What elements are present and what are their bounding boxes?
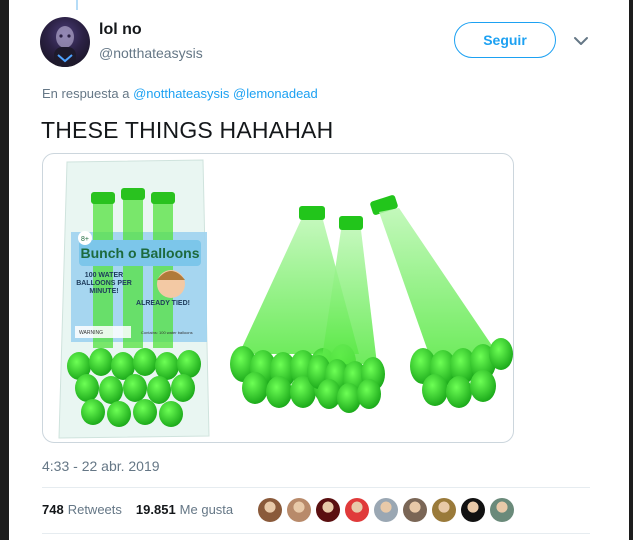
- package-left-text: 100 WATER BALLOONS PER MINUTE!: [76, 272, 132, 295]
- liker-avatars: [258, 498, 519, 522]
- retweets-label[interactable]: Retweets: [68, 502, 122, 517]
- reply-prefix: En respuesta a: [42, 86, 130, 101]
- follow-button[interactable]: Seguir: [454, 22, 556, 58]
- package-warning-text: WARNING: [79, 330, 103, 336]
- liker-avatar[interactable]: [345, 498, 369, 522]
- user-display-name[interactable]: lol no: [99, 21, 142, 39]
- package-right-text: ALREADY TIED!: [136, 300, 190, 307]
- balloon-package: Bunch o Balloons 8+ 100 WATER BALLOONS P…: [58, 159, 210, 439]
- divider-bottom: [42, 533, 590, 534]
- chevron-down-icon[interactable]: [572, 34, 590, 48]
- likes-label[interactable]: Me gusta: [180, 502, 233, 517]
- tweet-timestamp[interactable]: 4:33 - 22 abr. 2019: [42, 458, 160, 474]
- package-fine-print: Contains: 100 water balloons: [141, 330, 193, 335]
- tweet-stats: 748 Retweets 19.851 Me gusta: [42, 502, 233, 517]
- liker-avatar[interactable]: [461, 498, 485, 522]
- window-frame-left: [0, 0, 9, 540]
- retweets-count[interactable]: 748: [42, 502, 64, 517]
- liker-avatar[interactable]: [490, 498, 514, 522]
- reply-context: En respuesta a @notthateasysis @lemonade…: [42, 86, 318, 101]
- thread-connector-line: [76, 0, 78, 10]
- package-brand-text: Bunch o Balloons: [81, 245, 200, 261]
- liker-avatar[interactable]: [316, 498, 340, 522]
- liker-avatar[interactable]: [432, 498, 456, 522]
- tweet-text: THESE THINGS HAHAHAH: [41, 117, 334, 143]
- reply-mention-link[interactable]: @lemonadead: [233, 86, 318, 101]
- avatar[interactable]: [40, 17, 90, 67]
- divider-top: [42, 487, 590, 488]
- avatar-image: [54, 26, 76, 67]
- balloon-bunch-right: [370, 195, 513, 408]
- liker-avatar[interactable]: [258, 498, 282, 522]
- likes-count[interactable]: 19.851: [136, 502, 176, 517]
- window-frame-right: [629, 0, 633, 540]
- tweet-media-image[interactable]: Bunch o Balloons 8+ 100 WATER BALLOONS P…: [42, 153, 514, 443]
- liker-avatar[interactable]: [374, 498, 398, 522]
- reply-mention-link[interactable]: @notthateasysis: [133, 86, 229, 101]
- liker-avatar[interactable]: [403, 498, 427, 522]
- package-age-badge: 8+: [81, 236, 89, 243]
- user-handle[interactable]: @notthateasysis: [99, 45, 203, 61]
- water-balloons-photo: Bunch o Balloons 8+ 100 WATER BALLOONS P…: [58, 159, 513, 439]
- liker-avatar[interactable]: [287, 498, 311, 522]
